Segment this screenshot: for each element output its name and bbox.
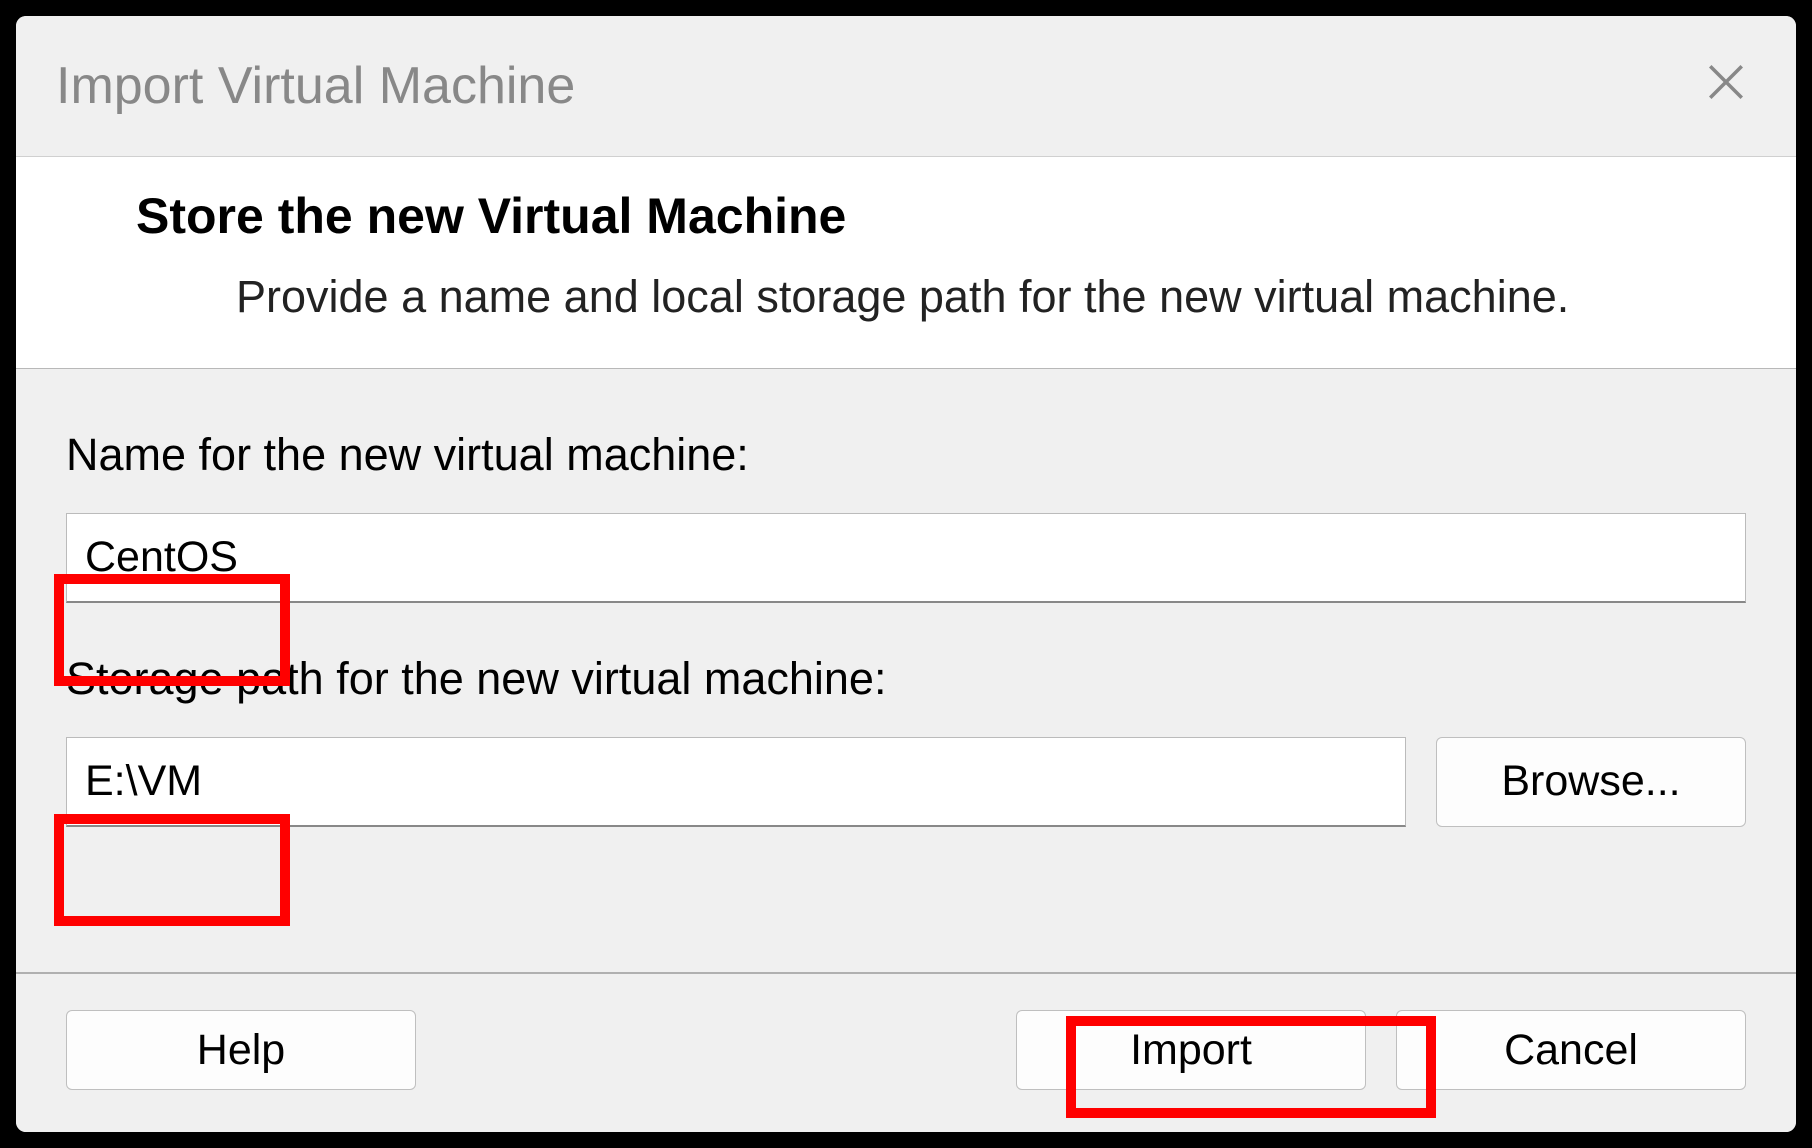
body-section: Name for the new virtual machine: Storag…: [16, 369, 1796, 972]
dialog-title: Import Virtual Machine: [56, 56, 575, 116]
import-button[interactable]: Import: [1016, 1010, 1366, 1090]
header-title: Store the new Virtual Machine: [136, 187, 1746, 245]
cancel-button[interactable]: Cancel: [1396, 1010, 1746, 1090]
header-section: Store the new Virtual Machine Provide a …: [16, 156, 1796, 369]
browse-button[interactable]: Browse...: [1436, 737, 1746, 827]
import-vm-dialog: Import Virtual Machine Store the new Vir…: [16, 16, 1796, 1132]
footer-right-group: Import Cancel: [1016, 1010, 1746, 1090]
name-field-row: [66, 513, 1746, 603]
close-button[interactable]: [1696, 52, 1756, 112]
path-field-row: Browse...: [66, 737, 1746, 827]
path-field-label: Storage path for the new virtual machine…: [66, 653, 1746, 705]
storage-path-input[interactable]: [66, 737, 1406, 827]
footer: Help Import Cancel: [16, 972, 1796, 1132]
vm-name-input[interactable]: [66, 513, 1746, 603]
help-button[interactable]: Help: [66, 1010, 416, 1090]
titlebar: Import Virtual Machine: [16, 16, 1796, 156]
close-icon: [1705, 61, 1747, 103]
name-field-label: Name for the new virtual machine:: [66, 429, 1746, 481]
header-description: Provide a name and local storage path fo…: [136, 267, 1746, 328]
